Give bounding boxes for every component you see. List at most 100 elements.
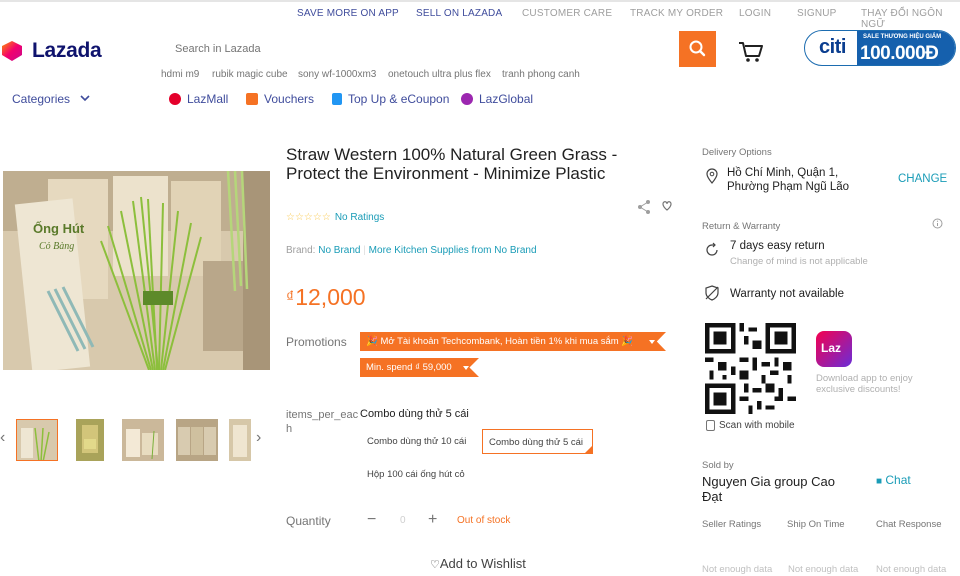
product-title: Straw Western 100% Natural Green Grass -…: [286, 145, 618, 183]
chevron-left-icon[interactable]: ‹: [0, 429, 5, 447]
track-order-link[interactable]: TRACK MY ORDER: [630, 8, 723, 19]
banner-brand: citi: [819, 36, 846, 58]
brand-link[interactable]: No Brand: [318, 245, 360, 256]
thumbnail-4[interactable]: [176, 419, 218, 461]
categories-dropdown[interactable]: Categories: [12, 92, 92, 106]
nav-label: Vouchers: [264, 92, 315, 106]
keyword-link[interactable]: rubik magic cube: [212, 69, 288, 80]
thumbnail-image: [176, 419, 218, 461]
lazada-logo[interactable]: Lazada: [0, 39, 102, 63]
cart-icon[interactable]: [738, 40, 764, 64]
quantity-decrease-button[interactable]: −: [367, 512, 376, 528]
login-link[interactable]: LOGIN: [739, 8, 771, 19]
customer-care-link[interactable]: CUSTOMER CARE: [522, 8, 612, 19]
product-price: ₫12,000: [286, 284, 366, 311]
save-more-link[interactable]: SAVE MORE ON APP: [297, 8, 399, 19]
promotion-tag-techcombank[interactable]: 🎉 Mở Tài khoản Techcombank, Hoàn tiền 1%…: [360, 332, 666, 351]
thumbnail-image: [17, 420, 57, 460]
thumbnail-1[interactable]: [16, 419, 58, 461]
thumbnail-image: [122, 419, 164, 461]
search-bar: [163, 31, 716, 67]
nav-lazmall[interactable]: LazMall: [169, 92, 228, 106]
top-bar: SAVE MORE ON APP SELL ON LAZADA CUSTOMER…: [0, 0, 960, 30]
location-pin-icon: [706, 168, 718, 184]
info-icon[interactable]: [932, 218, 943, 229]
language-link[interactable]: THAY ĐỔI NGÔN NGỮ: [861, 8, 960, 30]
brand-row: Brand: No Brand | More Kitchen Supplies …: [286, 245, 537, 256]
search-input[interactable]: [163, 31, 679, 67]
wishlist-label: Add to Wishlist: [439, 556, 526, 571]
quantity-increase-button[interactable]: +: [428, 512, 437, 528]
warranty-status: Warranty not available: [730, 288, 844, 300]
sold-by-label: Sold by: [702, 460, 734, 471]
nav-topup[interactable]: Top Up & eCoupon: [332, 92, 449, 106]
currency-symbol: ₫: [286, 289, 295, 306]
chevron-down-icon: [80, 95, 90, 102]
seller-name[interactable]: Nguyen Gia group Cao Đạt: [702, 474, 852, 504]
variant-option[interactable]: Combo dùng thử 10 cái: [361, 429, 472, 454]
variant-option-selected[interactable]: Combo dùng thử 5 cái: [482, 429, 593, 454]
share-icon[interactable]: [636, 198, 676, 216]
more-from-brand-link[interactable]: More Kitchen Supplies from No Brand: [369, 245, 537, 256]
phone-icon: [706, 420, 715, 431]
phone-icon: [332, 93, 342, 105]
keyword-link[interactable]: tranh phong canh: [502, 69, 580, 80]
heart-icon: [662, 201, 672, 211]
quantity-label: Quantity: [286, 514, 331, 528]
keyword-link[interactable]: sony wf-1000xm3: [298, 69, 376, 80]
quantity-value[interactable]: 0: [400, 515, 406, 526]
chevron-down-icon: [649, 340, 655, 344]
product-image[interactable]: Ống Hút Cỏ Bàng: [3, 171, 270, 370]
nav-label: Top Up & eCoupon: [348, 92, 450, 106]
lazada-app-icon[interactable]: Laz: [816, 331, 852, 367]
add-to-wishlist-button[interactable]: ♡Add to Wishlist: [430, 556, 526, 571]
straw-product-photo: Ống Hút Cỏ Bàng: [3, 171, 270, 370]
voucher-icon: [246, 93, 258, 105]
promotion-tag-min-spend[interactable]: Min. spend ₫ 59,000: [360, 358, 479, 377]
thumbnail-image: [76, 419, 104, 461]
categories-label: Categories: [12, 92, 71, 106]
change-location-button[interactable]: CHANGE: [898, 173, 947, 185]
nav-label: LazGlobal: [479, 92, 534, 106]
stock-status: Out of stock: [457, 515, 511, 526]
star-rating-icon: ☆☆☆☆☆: [286, 212, 331, 223]
promotion-text: 🎉 Mở Tài khoản Techcombank, Hoàn tiền 1%…: [366, 336, 634, 347]
globe-icon: [461, 93, 473, 105]
nav-label: LazMall: [187, 92, 229, 106]
chevron-right-icon[interactable]: ›: [256, 429, 261, 447]
sell-link[interactable]: SELL ON LAZADA: [416, 8, 502, 19]
chevron-down-icon: [463, 366, 469, 370]
thumbnail-5[interactable]: [229, 419, 251, 461]
lazmall-icon: [169, 93, 181, 105]
ratings-link[interactable]: No Ratings: [335, 212, 384, 223]
thumbnail-3[interactable]: [122, 419, 164, 461]
share-actions: [636, 198, 676, 221]
return-icon: [706, 242, 718, 256]
search-button[interactable]: [679, 31, 716, 67]
ship-on-time-value: Not enough data: [788, 564, 859, 575]
scan-with-mobile: Scan with mobile: [706, 420, 795, 431]
ship-on-time-label: Ship On Time: [787, 519, 845, 530]
nav-vouchers[interactable]: Vouchers: [246, 92, 314, 106]
banner-amount: 100.000Đ: [860, 43, 939, 64]
thumbnail-image: [229, 419, 251, 461]
search-icon: [689, 40, 706, 57]
thumbnail-2[interactable]: [76, 419, 118, 461]
variant-option[interactable]: Hộp 100 cái ống hút cỏ: [361, 462, 471, 487]
promo-banner[interactable]: citi SALE THƯƠNG HIỆU GIẢM 100.000Đ: [804, 30, 956, 66]
price-value: 12,000: [295, 284, 366, 310]
return-policy-title: 7 days easy return: [730, 240, 825, 252]
nav-lazglobal[interactable]: LazGlobal: [461, 92, 533, 106]
banner-tagline: SALE THƯƠNG HIỆU GIẢM: [863, 34, 942, 40]
chat-label: Chat: [885, 473, 911, 487]
variant-selected-value: Combo dùng thử 5 cái: [360, 408, 469, 420]
seller-ratings-value: Not enough data: [702, 564, 773, 575]
box-brand-text: Ống Hút: [33, 221, 85, 236]
keyword-link[interactable]: hdmi m9: [161, 69, 199, 80]
chat-icon: ■: [876, 476, 883, 487]
box-brand-subtext: Cỏ Bàng: [39, 241, 74, 252]
keyword-link[interactable]: onetouch ultra plus flex: [388, 69, 491, 80]
chat-button[interactable]: ■ Chat: [876, 473, 911, 487]
signup-link[interactable]: SIGNUP: [797, 8, 837, 19]
variant-label: items_per_each: [286, 409, 359, 435]
